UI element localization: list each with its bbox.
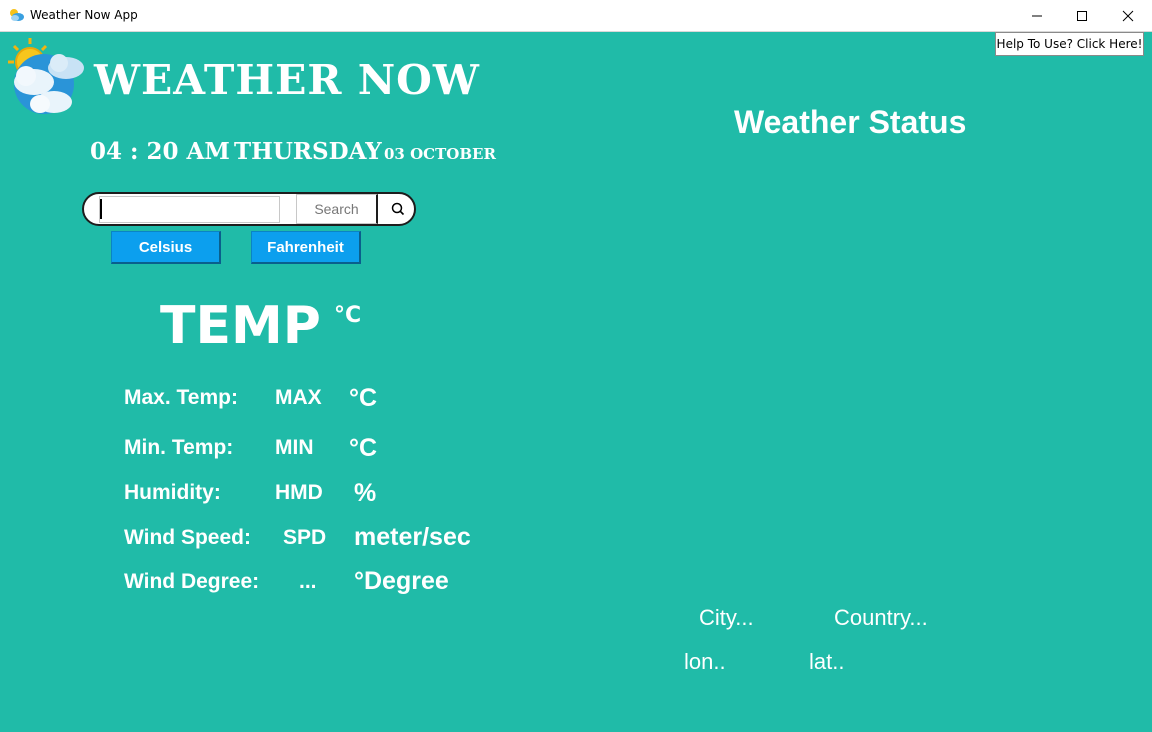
text-cursor: [100, 199, 102, 219]
min-temp-value: MIN: [275, 436, 314, 459]
wind-degree-value: ...: [299, 570, 317, 593]
maximize-icon: [1077, 11, 1087, 21]
brand-title: WEATHER NOW: [94, 56, 480, 104]
minimize-icon: [1032, 15, 1042, 17]
current-date: 03 OCTOBER: [384, 145, 496, 163]
humidity-label: Humidity:: [124, 481, 221, 504]
close-button[interactable]: [1105, 0, 1151, 31]
temperature-value: TEMP: [160, 296, 321, 356]
search-button[interactable]: Search: [296, 194, 378, 224]
wind-degree-unit: °Degree: [354, 567, 449, 595]
max-temp-label: Max. Temp:: [124, 386, 238, 409]
humidity-value: HMD: [275, 481, 323, 504]
app-icon: [10, 9, 24, 21]
latitude-label: lat..: [809, 649, 845, 674]
search-input[interactable]: [99, 196, 280, 223]
weather-logo-icon: [8, 38, 84, 114]
temperature-unit: °C: [334, 303, 362, 328]
longitude-label: lon..: [684, 649, 726, 674]
country-label: Country...: [834, 605, 928, 630]
weather-status-title: Weather Status: [734, 104, 967, 140]
wind-speed-label: Wind Speed:: [124, 526, 251, 549]
humidity-unit: %: [354, 479, 377, 507]
celsius-button[interactable]: Celsius: [111, 231, 221, 264]
current-time: 04 : 20 AM: [90, 138, 230, 165]
close-icon: [1122, 10, 1134, 22]
min-temp-label: Min. Temp:: [124, 436, 234, 459]
help-button[interactable]: Help To Use? Click Here!: [995, 32, 1144, 56]
search-icon[interactable]: [390, 201, 406, 217]
wind-speed-value: SPD: [283, 526, 327, 549]
max-temp-value: MAX: [275, 386, 322, 409]
fahrenheit-button[interactable]: Fahrenheit: [251, 231, 361, 264]
city-label: City...: [699, 605, 754, 630]
window-title: Weather Now App: [30, 8, 138, 22]
min-temp-unit: °C: [349, 434, 378, 462]
max-temp-unit: °C: [349, 384, 378, 412]
minimize-button[interactable]: [1014, 0, 1060, 31]
wind-degree-label: Wind Degree:: [124, 570, 260, 593]
wind-speed-unit: meter/sec: [354, 523, 471, 551]
window-titlebar: Weather Now App: [0, 0, 1152, 32]
current-day: THURSDAY: [234, 138, 382, 165]
maximize-button[interactable]: [1059, 0, 1105, 31]
